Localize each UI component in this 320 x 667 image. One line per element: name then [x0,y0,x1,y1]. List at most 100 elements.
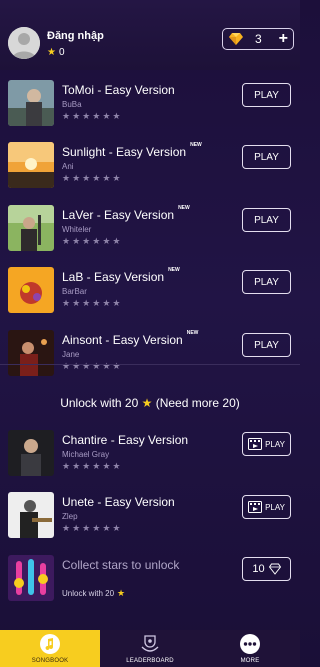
song-row: LaB - Easy Version NEW BarBar ★ ★ ★ ★ ★ ★ PLAY [0,267,300,327]
song-artist: BuBa [62,100,82,109]
song-title: Ainsont - Easy Version NEW [62,330,199,347]
song-thumbnail [8,80,54,126]
play-button[interactable]: PLAY [242,145,291,169]
unlock-header: Unlock with 20 ★ (Need more 20) [0,396,300,410]
diamond-outline-icon [268,563,281,575]
star-icon: ★ [72,523,81,533]
star-icon: ★ [102,523,111,533]
star-icon: ★ [92,361,101,371]
collect-subtitle: Unlock with 20 ★ [62,588,125,599]
song-rating: ★ ★ ★ ★ ★ ★ [62,523,120,533]
star-icon: ★ [82,523,91,533]
more-dots-icon [239,633,261,655]
star-icon: ★ [72,173,81,183]
song-artist: Zlep [62,512,78,521]
star-icon: ★ [82,173,91,183]
star-icon: ★ [62,173,71,183]
unlock-with-gems-button[interactable]: 10 [242,557,291,581]
star-icon: ★ [112,361,121,371]
watch-ad-play-button[interactable]: PLAY [242,432,291,456]
star-icon: ★ [92,461,101,471]
star-icon: ★ [82,111,91,121]
new-badge: NEW [186,330,199,336]
watch-ad-play-button[interactable]: PLAY [242,495,291,519]
star-icon: ★ [112,236,121,246]
bottom-nav: SONGBOOK LEADERBOARD MORE [0,630,300,667]
star-icon: ★ [112,111,121,121]
star-icon: ★ [62,111,71,121]
song-thumbnail [8,430,54,476]
star-icon: ★ [62,461,71,471]
collect-subtitle-text: Unlock with 20 [62,589,115,598]
song-rating: ★ ★ ★ ★ ★ ★ [62,111,120,121]
song-thumbnail [8,267,54,313]
song-row: ToMoi - Easy Version BuBa ★ ★ ★ ★ ★ ★ PLAY [0,80,300,140]
star-icon: ★ [102,111,111,121]
star-icon: ★ [92,111,101,121]
locked-song-row: Unete - Easy Version Zlep ★ ★ ★ ★ ★ ★ PLAY [0,492,300,552]
play-button[interactable]: PLAY [242,208,291,232]
song-rating: ★ ★ ★ ★ ★ ★ [62,298,120,308]
star-icon: ★ [72,236,81,246]
add-gems-button[interactable]: + [279,29,288,49]
star-icon: ★ [62,361,71,371]
play-button[interactable]: PLAY [242,83,291,107]
gem-price: 10 [252,563,265,575]
song-artist: Jane [62,350,80,359]
song-rating: ★ ★ ★ ★ ★ ★ [62,361,120,371]
star-icon: ★ [72,461,81,471]
song-thumbnail [8,142,54,188]
new-badge: NEW [178,205,190,211]
diamond-icon [229,33,243,45]
song-row: LaVer - Easy Version NEW Whiteler ★ ★ ★ ★ ★ ★ … [0,205,300,265]
nav-leaderboard[interactable]: LEADERBOARD [100,630,200,667]
star-icon: ★ [112,523,121,533]
star-icon: ★ [72,361,81,371]
star-icon: ★ [62,298,71,308]
star-icon: ★ [141,396,153,410]
play-button-label: PLAY [265,439,285,449]
star-icon: ★ [72,298,81,308]
song-artist: Whiteler [62,225,92,234]
nav-songbook[interactable]: SONGBOOK [0,630,100,667]
star-icon: ★ [82,461,91,471]
unlock-header-prefix: Unlock with 20 [60,396,139,410]
trophy-badge-icon [139,633,161,655]
section-divider [0,364,300,365]
star-icon: ★ [82,236,91,246]
user-silhouette-icon [8,27,40,59]
nav-label: MORE [240,658,260,664]
song-rating: ★ ★ ★ ★ ★ ★ [62,173,120,183]
star-count-value: 0 [58,47,65,58]
star-icon: ★ [82,298,91,308]
song-rating: ★ ★ ★ ★ ★ ★ [62,461,120,471]
song-title-text: LaVer - Easy Version [62,208,175,222]
login-link[interactable]: Đăng nhập [47,30,104,42]
song-title: LaB - Easy Version NEW [62,267,180,284]
song-title-text: Sunlight - Easy Version [62,145,187,159]
star-icon: ★ [47,47,56,58]
star-icon: ★ [102,236,111,246]
star-icon: ★ [72,111,81,121]
star-icon: ★ [117,588,126,598]
song-row: Ainsont - Easy Version NEW Jane ★ ★ ★ ★ ★ ★ PL… [0,330,300,390]
gem-balance[interactable]: 3 + [222,28,294,50]
star-icon: ★ [82,361,91,371]
song-artist: BarBar [62,287,87,296]
star-icon: ★ [102,298,111,308]
star-icon: ★ [112,461,121,471]
star-icon: ★ [62,236,71,246]
play-button[interactable]: PLAY [242,333,291,357]
unlock-header-suffix: (Need more 20) [155,396,240,410]
new-badge: NEW [168,267,180,273]
video-ad-icon [248,438,263,450]
nav-more[interactable]: MORE [200,630,300,667]
collect-title: Collect stars to unlock [62,558,180,572]
play-button[interactable]: PLAY [242,270,291,294]
avatar[interactable] [8,27,40,59]
song-title: ToMoi - Easy Version [62,83,175,97]
star-count: ★ 0 [47,47,65,58]
song-artist: Michael Gray [62,450,110,459]
song-thumbnail [8,330,54,376]
star-icon: ★ [92,236,101,246]
